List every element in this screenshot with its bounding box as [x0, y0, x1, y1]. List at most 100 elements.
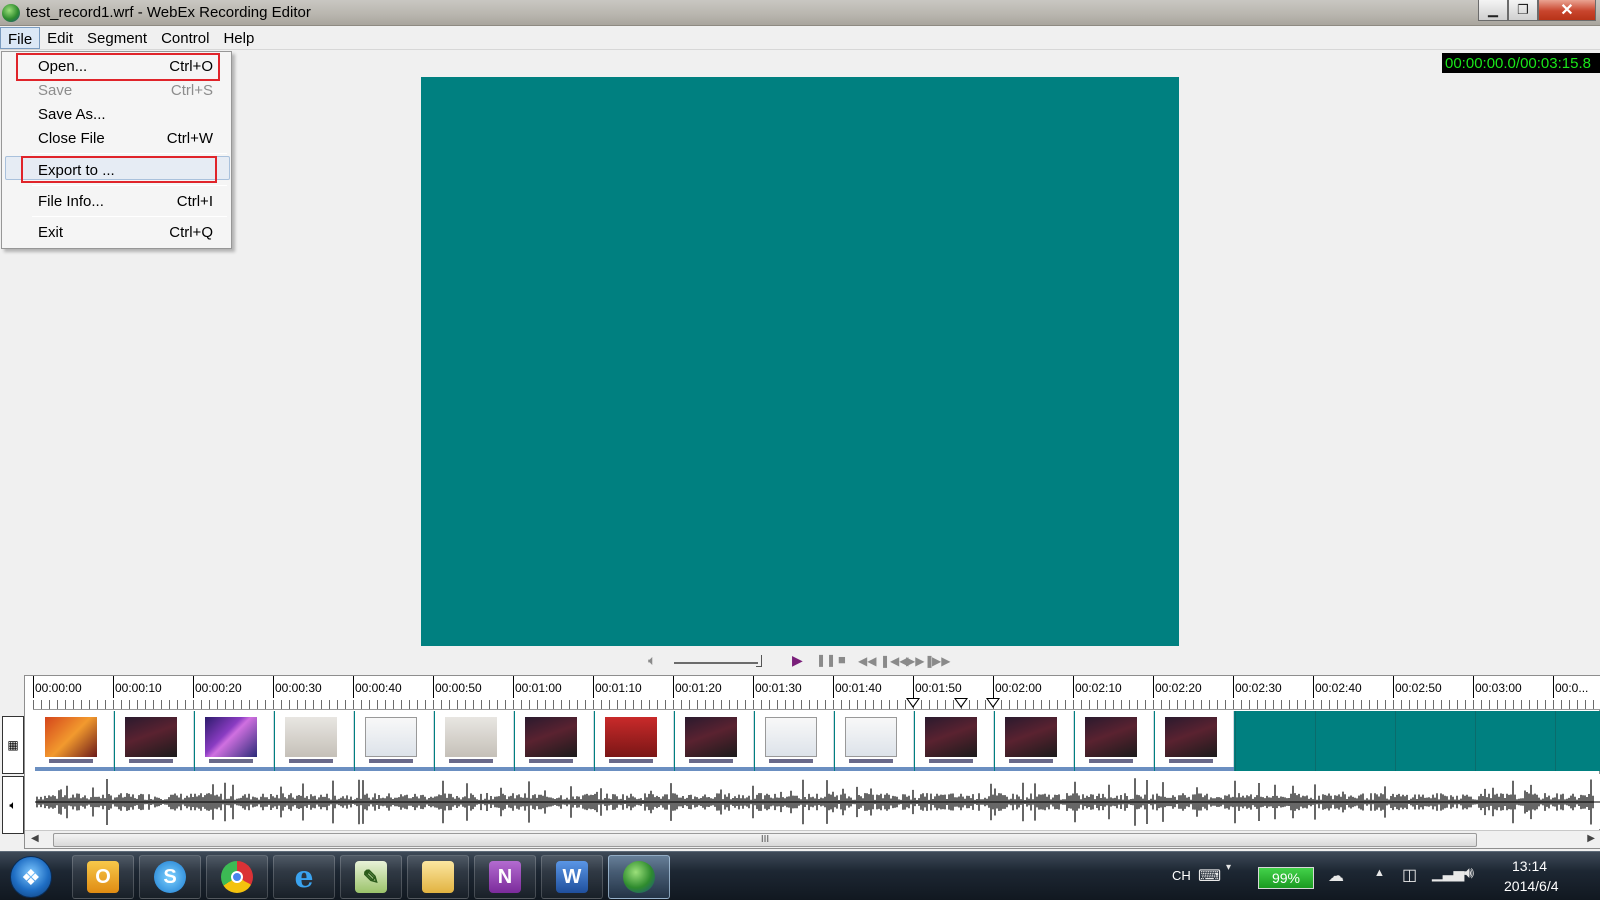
ruler-tick-label: 00:02:20 — [1155, 681, 1202, 695]
taskbar-notepad[interactable]: ✎ — [340, 855, 402, 899]
close-button[interactable]: ✕ — [1538, 0, 1596, 21]
audio-track-toggle[interactable]: 🔈︎ — [2, 776, 24, 834]
video-thumbnail[interactable] — [1075, 711, 1154, 771]
taskbar-chrome[interactable] — [206, 855, 268, 899]
ruler-tick-label: 00:00:30 — [275, 681, 322, 695]
volume-icon[interactable]: 🔊︎ — [1464, 865, 1474, 883]
video-thumbnail[interactable] — [275, 711, 354, 771]
volume-slider[interactable] — [674, 662, 758, 664]
battery-indicator[interactable]: 99% — [1258, 867, 1314, 889]
thumbnail-image — [205, 717, 257, 757]
ruler-major-tick — [1393, 676, 1394, 698]
thumbnail-bar — [435, 767, 514, 771]
maximize-button[interactable]: ❐ — [1508, 0, 1538, 21]
menu-item-close-file[interactable]: Close File — [38, 130, 105, 147]
thumbnail-bar — [515, 767, 594, 771]
taskbar-ie[interactable]: e — [273, 855, 335, 899]
video-thumbnail[interactable] — [115, 711, 194, 771]
timeline-ruler[interactable]: 00:00:00 00:00:10 00:00:20 00:00:30 00:00:40… — [33, 676, 1600, 710]
ruler-major-tick — [993, 676, 994, 698]
menu-item-exit[interactable]: Exit — [38, 224, 63, 241]
video-thumbnail[interactable] — [675, 711, 754, 771]
video-thumbnail[interactable] — [1155, 711, 1234, 771]
video-thumbnail[interactable] — [995, 711, 1074, 771]
video-track[interactable] — [35, 711, 1600, 771]
pause-icon[interactable]: ❚❚ — [816, 653, 836, 667]
ruler-minor-ticks — [33, 700, 1600, 709]
menu-item-save[interactable]: Save — [38, 82, 72, 99]
segment-marker-icon[interactable] — [954, 698, 968, 708]
ruler-tick-label: 00:01:10 — [595, 681, 642, 695]
keyboard-icon[interactable]: ⌨ — [1198, 866, 1221, 886]
taskbar-outlook[interactable]: O — [72, 855, 134, 899]
clock-time[interactable]: 13:14 — [1512, 858, 1547, 874]
thumbnail-image — [45, 717, 97, 757]
clock-date[interactable]: 2014/6/4 — [1504, 878, 1559, 894]
menu-file[interactable]: File — [0, 27, 41, 49]
taskbar: ❖ O S e ✎ N W CH ⌨ ▾ 99% ☁ ▲ ◫ ▁▃▅ 🔊︎ 13… — [0, 851, 1600, 900]
taskbar-word[interactable]: W — [541, 855, 603, 899]
show-hidden-icons[interactable]: ▲ — [1374, 867, 1385, 879]
taskbar-skype[interactable]: S — [139, 855, 201, 899]
video-thumbnail[interactable] — [35, 711, 114, 771]
scroll-left-arrow[interactable]: ◀ — [31, 833, 39, 844]
rewind-icon[interactable]: ◀◀ — [858, 654, 876, 668]
device-icon[interactable]: ◫ — [1402, 865, 1417, 885]
volume-slider-thumb[interactable] — [756, 655, 762, 667]
video-thumbnail[interactable] — [435, 711, 514, 771]
segment-marker-icon[interactable] — [906, 698, 920, 708]
thumbnail-bar — [35, 767, 114, 771]
menu-item-file-info[interactable]: File Info... — [38, 193, 104, 210]
video-thumbnail[interactable] — [835, 711, 914, 771]
taskbar-webex-editor[interactable] — [608, 855, 670, 899]
input-options-icon[interactable]: ▾ — [1226, 862, 1231, 873]
video-preview[interactable] — [421, 77, 1179, 646]
thumbnail-image — [1165, 717, 1217, 757]
skip-forward-icon[interactable]: ▶▶❚ — [906, 654, 935, 668]
thumbnail-image — [605, 717, 657, 757]
video-thumbnail[interactable] — [915, 711, 994, 771]
video-thumbnail[interactable] — [355, 711, 434, 771]
play-icon[interactable]: ▶ — [792, 652, 803, 669]
timeline-scrollbar[interactable]: ◀ III ▶ — [25, 830, 1600, 848]
empty-track-divider — [1235, 711, 1236, 771]
menu-control[interactable]: Control — [154, 27, 216, 49]
notepad-icon: ✎ — [355, 861, 387, 893]
taskbar-explorer[interactable] — [407, 855, 469, 899]
video-thumbnail[interactable] — [755, 711, 834, 771]
video-thumbnail[interactable] — [515, 711, 594, 771]
ruler-tick-label: 00:01:50 — [915, 681, 962, 695]
power-plug-icon[interactable]: ☁ — [1328, 866, 1344, 886]
minimize-button[interactable]: ▁ — [1478, 0, 1508, 21]
scroll-right-arrow[interactable]: ▶ — [1587, 833, 1595, 844]
skip-back-icon[interactable]: ❚◀◀ — [880, 654, 909, 668]
segment-marker-icon[interactable] — [986, 698, 1000, 708]
speaker-icon[interactable]: 🔈︎ — [648, 652, 656, 669]
timeline-panel: 00:00:00 00:00:10 00:00:20 00:00:30 00:00:40… — [2, 675, 1600, 849]
video-thumbnail[interactable] — [595, 711, 674, 771]
thumbnail-image — [1085, 717, 1137, 757]
start-button[interactable]: ❖ — [10, 856, 52, 898]
scrollbar-thumb[interactable]: III — [53, 833, 1477, 847]
video-track-toggle[interactable]: ▦ — [2, 716, 24, 774]
network-signal-icon[interactable]: ▁▃▅ — [1432, 865, 1464, 882]
menu-item-save-as[interactable]: Save As... — [38, 106, 106, 123]
menu-help[interactable]: Help — [216, 27, 261, 49]
webex-globe-icon[interactable] — [2, 4, 20, 22]
menu-edit[interactable]: Edit — [40, 27, 80, 49]
ruler-tick-label: 00:00:00 — [35, 681, 82, 695]
fast-forward-icon[interactable]: ▶▶ — [932, 654, 950, 668]
stop-icon[interactable]: ■ — [838, 652, 846, 667]
highlight-box-export — [21, 156, 217, 183]
ruler-tick-label: 00:00:20 — [195, 681, 242, 695]
ruler-tick-label: 00:02:00 — [995, 681, 1042, 695]
language-indicator[interactable]: CH — [1172, 868, 1191, 883]
ie-icon: e — [294, 859, 314, 895]
thumbnail-caption — [529, 759, 573, 763]
ruler-tick-label: 00:02:40 — [1315, 681, 1362, 695]
taskbar-onenote[interactable]: N — [474, 855, 536, 899]
audio-track[interactable] — [35, 774, 1600, 829]
menu-segment[interactable]: Segment — [80, 27, 154, 49]
ruler-major-tick — [1313, 676, 1314, 698]
video-thumbnail[interactable] — [195, 711, 274, 771]
